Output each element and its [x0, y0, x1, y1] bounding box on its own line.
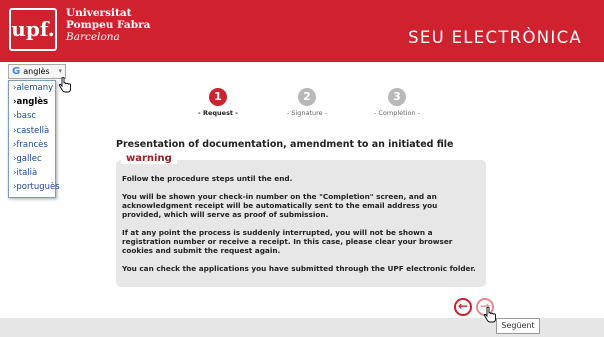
language-option-italia[interactable]: ›italià	[9, 166, 55, 180]
upf-logo[interactable]: upf.	[9, 8, 57, 51]
language-option-gallec[interactable]: ›gallec	[9, 152, 55, 166]
arrow-left-circle-icon: ←	[457, 299, 469, 313]
step-number: 3	[388, 88, 406, 106]
language-option-castella[interactable]: ›castellà	[9, 124, 55, 138]
google-g-icon: G	[12, 66, 21, 77]
step-completion: 3 - Completion -	[357, 88, 437, 117]
step-label: - Signature -	[286, 109, 328, 117]
language-selected-value: anglès	[23, 67, 50, 76]
warning-label: warning	[121, 153, 177, 164]
page-title: Presentation of documentation, amendment…	[116, 139, 454, 150]
logo-line-1: Universitat	[66, 7, 132, 19]
warning-paragraph: You will be shown your check-in number o…	[122, 192, 438, 219]
site-title: SEU ELECTRÒNICA	[408, 28, 582, 47]
language-option-angles[interactable]: ›anglès	[9, 95, 55, 109]
language-option-portugues[interactable]: ›portuguès	[9, 180, 60, 194]
step-label: - Completion -	[373, 109, 421, 117]
language-option-alemany[interactable]: ›alemany	[9, 81, 55, 95]
hand-cursor-icon	[483, 307, 496, 323]
warning-paragraph: Follow the procedure steps until the end…	[122, 174, 293, 183]
step-signature: 2 - Signature -	[267, 88, 347, 117]
step-label: - Request -	[198, 109, 238, 117]
university-name: Universitat Pompeu Fabra Barcelona	[66, 7, 150, 43]
warning-paragraph: You can check the applications you have …	[122, 264, 476, 273]
next-tooltip: Següent	[496, 318, 540, 334]
site-header: upf. Universitat Pompeu Fabra Barcelona …	[0, 0, 604, 62]
step-number: 2	[298, 88, 316, 106]
language-option-basc[interactable]: ›basc	[9, 109, 55, 123]
previous-button[interactable]: ←	[454, 298, 472, 316]
step-number: 1	[209, 88, 227, 106]
warning-content: Follow the procedure steps until the end…	[122, 174, 477, 282]
warning-paragraph: If at any point the process is suddenly …	[122, 228, 453, 255]
hand-cursor-icon	[58, 77, 71, 93]
language-option-frances[interactable]: ›francès	[9, 138, 55, 152]
logo-line-3: Barcelona	[66, 31, 120, 43]
step-request: 1 - Request -	[178, 88, 258, 117]
language-dropdown-list: ›alemany ›anglès ›basc ›castellà ›francè…	[8, 80, 60, 198]
logo-line-2: Pompeu Fabra	[66, 19, 151, 31]
